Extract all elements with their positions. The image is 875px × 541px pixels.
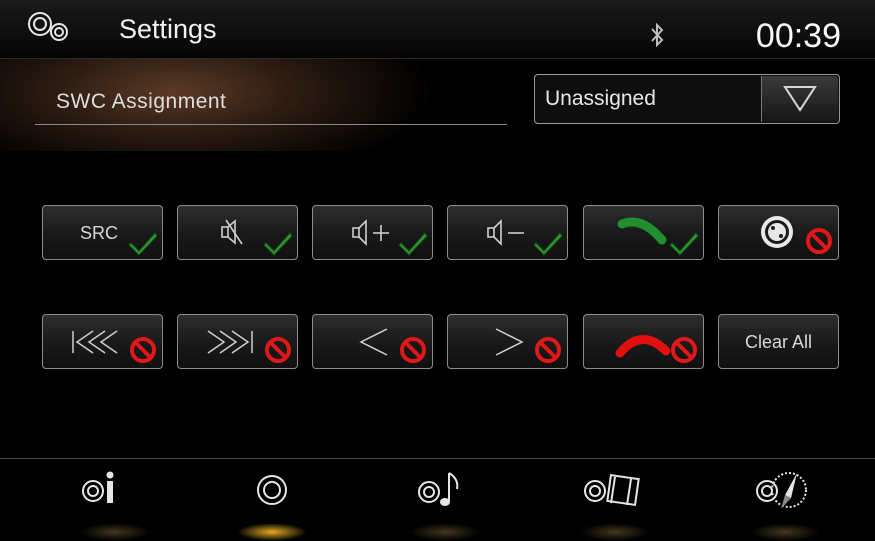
triangle-down-icon — [783, 86, 817, 112]
nav-video[interactable] — [575, 465, 655, 541]
nav-music[interactable] — [405, 465, 485, 541]
assignment-dropdown[interactable]: Unassigned — [534, 74, 840, 124]
src-button[interactable]: SRC — [42, 205, 163, 260]
prohibited-icon — [804, 226, 834, 256]
music-icon — [418, 472, 459, 506]
navigation-icon — [756, 472, 807, 509]
divider — [35, 124, 507, 125]
voice-button[interactable] — [718, 205, 839, 260]
swc-assignment-label: SWC Assignment — [56, 90, 227, 113]
skip-forward-button[interactable] — [177, 314, 298, 369]
check-icon — [533, 230, 563, 256]
clear-all-button[interactable]: Clear All — [718, 314, 839, 369]
check-icon — [398, 230, 428, 256]
previous-button[interactable] — [312, 314, 433, 369]
settings-icon — [257, 475, 287, 505]
check-icon — [669, 230, 699, 256]
src-icon: SRC — [80, 223, 119, 243]
prohibited-icon — [128, 335, 158, 365]
clock: 00:39 — [755, 17, 841, 55]
skip-back-button[interactable] — [42, 314, 163, 369]
check-icon — [263, 230, 293, 256]
prohibited-icon — [669, 335, 699, 365]
bluetooth-icon — [651, 22, 664, 48]
gears-icon — [28, 12, 68, 41]
page-title: Settings — [119, 14, 217, 44]
nav-navigation[interactable] — [745, 465, 825, 541]
check-icon — [128, 230, 158, 256]
prohibited-icon — [533, 335, 563, 365]
next-button[interactable] — [447, 314, 568, 369]
info-icon — [82, 471, 114, 503]
nav-settings[interactable] — [232, 465, 312, 541]
clear-all-label: Clear All — [744, 332, 813, 352]
volume-up-button[interactable] — [312, 205, 433, 260]
video-icon — [584, 474, 640, 506]
phone-answer-button[interactable] — [583, 205, 704, 260]
header-bar: Settings 00:39 — [0, 0, 875, 59]
prohibited-icon — [398, 335, 428, 365]
dropdown-value: Unassigned — [545, 87, 656, 110]
bottom-nav — [0, 458, 875, 541]
prohibited-icon — [263, 335, 293, 365]
volume-down-button[interactable] — [447, 205, 568, 260]
mute-button[interactable] — [177, 205, 298, 260]
dropdown-button[interactable] — [761, 76, 838, 122]
phone-hangup-button[interactable] — [583, 314, 704, 369]
nav-info[interactable] — [75, 465, 155, 541]
